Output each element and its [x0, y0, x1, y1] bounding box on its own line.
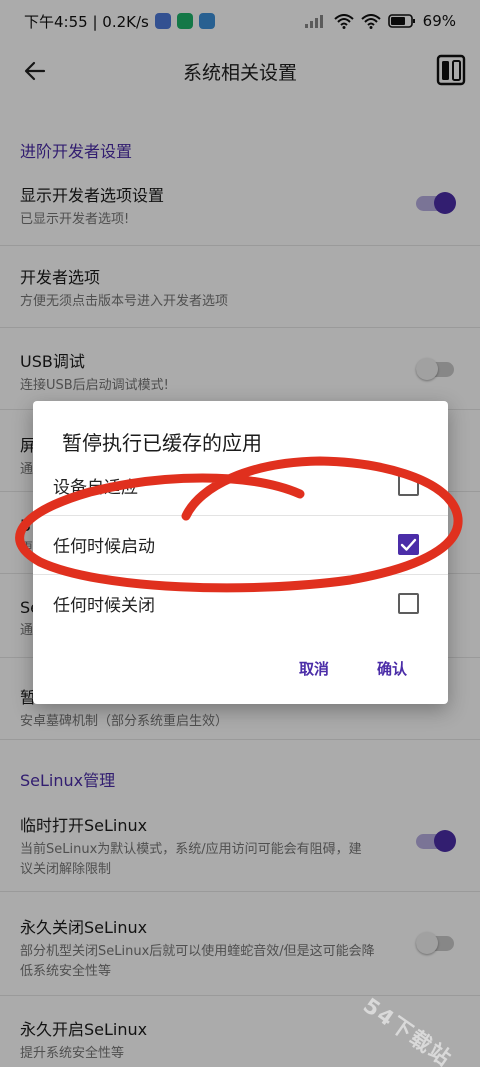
option-always-close[interactable]: 任何时候关闭 [33, 574, 448, 631]
confirm-button[interactable]: 确认 [377, 658, 407, 679]
cancel-button[interactable]: 取消 [299, 658, 329, 679]
settings-screen: 下午4:55 | 0.2K/s 69% 系统相关设置 进阶开发者设置 显示开发者… [0, 0, 480, 1067]
checkbox-unchecked[interactable] [398, 593, 419, 614]
checkmark-icon [400, 538, 417, 551]
option-device-adaptive[interactable]: 设备自适应 [33, 457, 448, 514]
checkbox-unchecked[interactable] [398, 475, 419, 496]
option-label: 任何时候启动 [53, 536, 155, 557]
option-always-start[interactable]: 任何时候启动 [33, 515, 448, 572]
option-label: 设备自适应 [53, 478, 138, 498]
checkbox-checked[interactable] [398, 534, 419, 555]
option-label: 任何时候关闭 [53, 595, 155, 616]
cached-apps-dialog: 暂停执行已缓存的应用 设备自适应 任何时候启动 任何时候关闭 取消 确认 [33, 401, 448, 704]
dialog-title: 暂停执行已缓存的应用 [62, 431, 262, 455]
